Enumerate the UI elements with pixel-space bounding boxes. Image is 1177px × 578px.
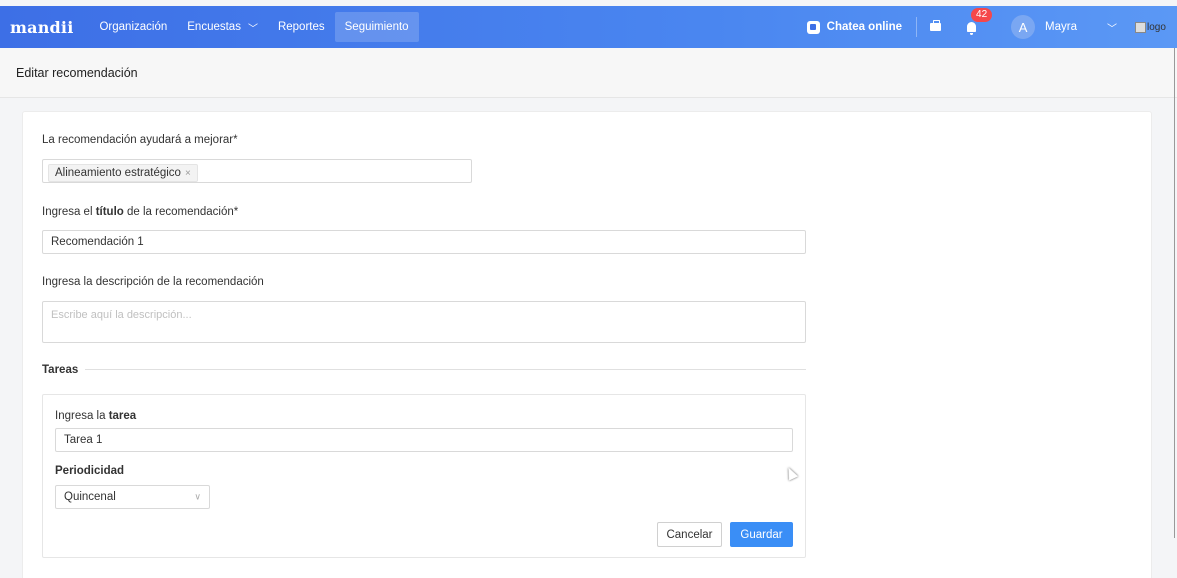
task-panel: Ingresa la tarea Tarea 1 Periodicidad Qu… [42, 394, 806, 558]
chat-icon [806, 20, 820, 34]
nav-item-label: Seguimiento [344, 21, 409, 33]
tag-label: Alineamiento estratégico [55, 167, 181, 179]
periodicity-value: Quincenal [64, 491, 116, 503]
chevron-down-icon: ∨ [194, 491, 201, 502]
nav-item-organizacion[interactable]: Organización [89, 12, 177, 42]
title-input[interactable]: Recomendación 1 [42, 230, 806, 254]
save-button[interactable]: Guardar [730, 522, 793, 547]
chat-label: Chatea online [826, 21, 903, 33]
avatar[interactable]: A [1011, 15, 1036, 39]
title-label-bold: título [95, 206, 124, 218]
navbar-right-actions: Chatea online 42 A Mayra ﹀ logo [806, 6, 1177, 48]
task-input[interactable]: Tarea 1 [55, 428, 793, 452]
nav-item-encuestas[interactable]: Encuestas ﹀ [177, 12, 268, 42]
nav-item-label: Encuestas [187, 21, 241, 33]
scrollbar-edge [1174, 48, 1175, 538]
description-textarea[interactable]: Escribe aquí la descripción... [42, 301, 806, 343]
title-input-value: Recomendación 1 [51, 236, 144, 248]
cancel-button[interactable]: Cancelar [657, 522, 722, 547]
nav-item-reportes[interactable]: Reportes [268, 12, 335, 42]
description-placeholder: Escribe aquí la descripción... [51, 309, 192, 321]
selected-tag: Alineamiento estratégico × [48, 164, 198, 182]
description-label: Ingresa la descripción de la recomendaci… [42, 276, 264, 288]
periodicity-select[interactable]: Quincenal ∨ [55, 485, 210, 509]
briefcase-button[interactable] [917, 6, 953, 48]
notification-badge: 42 [971, 8, 993, 22]
nav-item-label: Organización [99, 21, 168, 33]
briefcase-icon [929, 20, 941, 31]
title-label-post: de la recomendación* [123, 206, 239, 218]
chevron-down-icon: ﹀ [247, 23, 258, 35]
tag-remove-icon[interactable]: × [185, 168, 191, 179]
task-label-pre: Ingresa la [55, 410, 109, 422]
company-logo-broken-image: logo [1135, 19, 1169, 35]
edit-recommendation-card: La recomendación ayudará a mejorar* Alin… [22, 111, 1152, 578]
notifications-button[interactable]: 42 [953, 6, 993, 48]
user-name[interactable]: Mayra [1045, 21, 1077, 33]
task-label: Ingresa la tarea [55, 410, 136, 422]
improve-area-label: La recomendación ayudará a mejorar* [42, 134, 238, 146]
logo-alt-text: logo [1147, 21, 1166, 33]
tasks-divider [85, 369, 806, 370]
page-title: Editar recomendación [16, 65, 138, 80]
title-label: Ingresa el título de la recomendación* [42, 206, 238, 218]
nav-item-seguimiento[interactable]: Seguimiento [334, 12, 419, 42]
task-label-bold: tarea [108, 410, 137, 422]
chat-online-button[interactable]: Chatea online [806, 20, 903, 34]
periodicity-label: Periodicidad [55, 465, 125, 477]
task-input-value: Tarea 1 [64, 434, 103, 446]
nav-item-label: Reportes [277, 21, 325, 33]
title-label-pre: Ingresa el [42, 206, 96, 218]
top-navbar: mandii Organización Encuestas ﹀ Reportes … [0, 6, 1177, 48]
brand-logo[interactable]: mandii [10, 18, 73, 37]
bell-icon [966, 22, 976, 35]
page-header: Editar recomendación [0, 48, 1177, 98]
chevron-down-icon[interactable]: ﹀ [1107, 20, 1117, 35]
improve-area-multiselect[interactable]: Alineamiento estratégico × [42, 159, 472, 183]
tasks-heading: Tareas [42, 364, 79, 376]
